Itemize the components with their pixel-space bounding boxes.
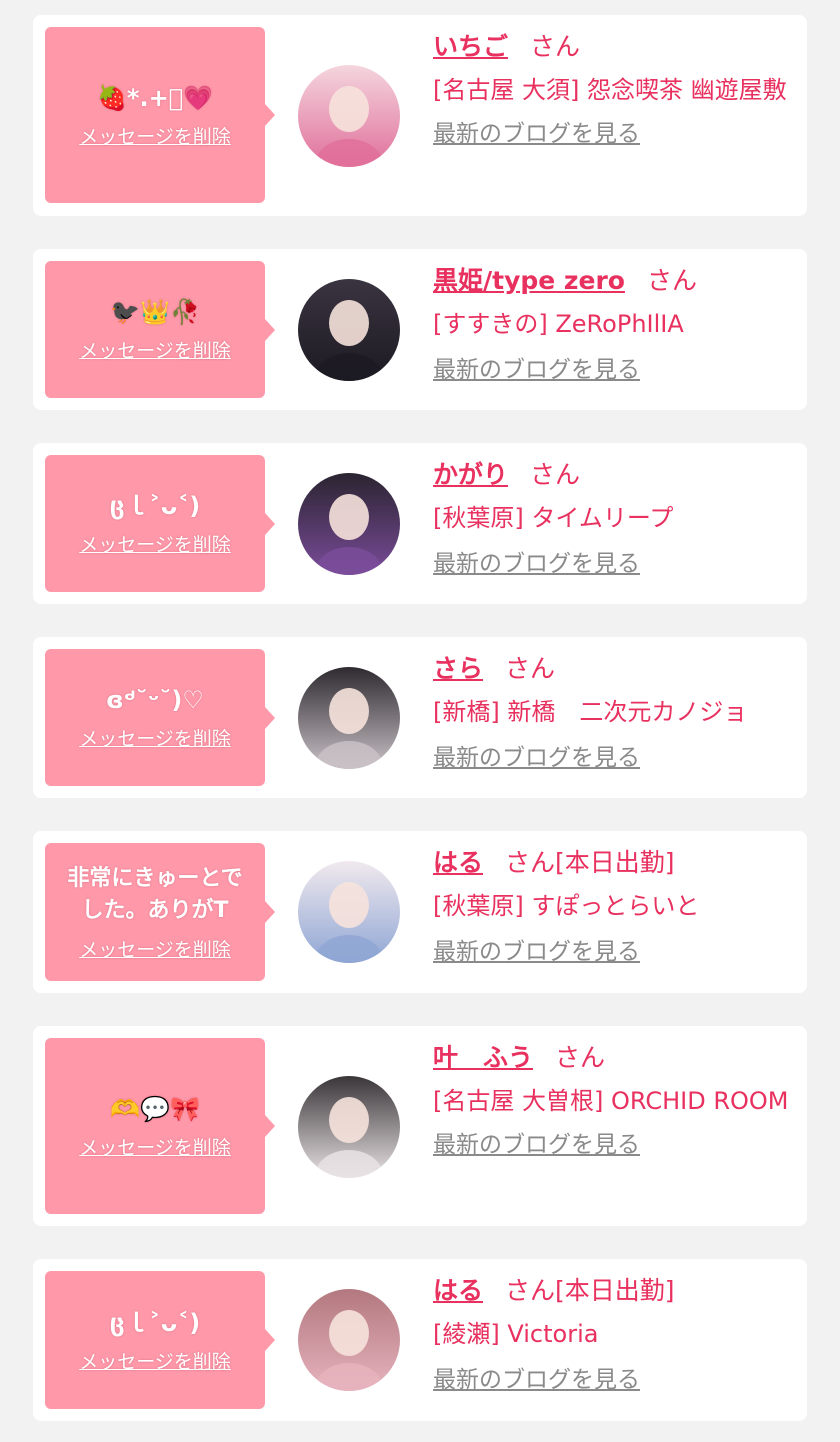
cast-name-link[interactable]: はる bbox=[433, 1276, 483, 1305]
avatar[interactable] bbox=[298, 1076, 400, 1178]
shop-location: [すすきの] ZeRoPhIlIA bbox=[433, 310, 684, 338]
message-bubble: 🍓*.+ﾟ💗 メッセージを削除 bbox=[45, 27, 275, 203]
message-card: ɞᒄ˘ᵕ˘)♡ メッセージを削除 さら さん [新橋] 新橋 二次元カノジョ 最新のブログ… bbox=[33, 637, 807, 798]
profile-info: いちご さん [名古屋 大須] 怨念喫茶 幽遊屋敷 最新のブログを見る bbox=[433, 27, 795, 149]
name-line: はる さん[本日出勤] bbox=[433, 843, 795, 883]
message-text: ɞᒄ˘ᵕ˘)♡ bbox=[106, 686, 204, 714]
latest-blog-link[interactable]: 最新のブログを見る bbox=[433, 1365, 640, 1395]
message-bubble: ცｌ˃ᴗ˂) メッセージを削除 bbox=[45, 455, 275, 592]
name-line: かがり さん bbox=[433, 455, 795, 495]
message-card: 🍓*.+ﾟ💗 メッセージを削除 いちご さん [名古屋 大須] 怨念喫茶 幽遊屋敷 最新の… bbox=[33, 15, 807, 216]
name-line: 黒姫/type zero さん bbox=[433, 261, 795, 301]
cast-name-link[interactable]: 黒姫/type zero bbox=[433, 266, 625, 295]
message-bubble: ცｌ˃ᴗ˂) メッセージを削除 bbox=[45, 1271, 275, 1409]
message-text: 🐦‍⬛👑🥀 bbox=[110, 298, 200, 326]
cast-name-link[interactable]: かがり bbox=[433, 460, 508, 489]
delete-message-link[interactable]: メッセージを削除 bbox=[79, 1133, 231, 1160]
message-bubble: 🫶💬🎀 メッセージを削除 bbox=[45, 1038, 275, 1214]
shop-location: [秋葉原] すぽっとらいと bbox=[433, 892, 700, 920]
profile-info: 黒姫/type zero さん [すすきの] ZeRoPhIlIA 最新のブログを見る bbox=[433, 261, 795, 385]
cast-name-link[interactable]: いちご bbox=[433, 32, 508, 61]
profile-info: さら さん [新橋] 新橋 二次元カノジョ 最新のブログを見る bbox=[433, 649, 795, 773]
honorific-status: さん bbox=[646, 266, 697, 295]
name-line: はる さん[本日出勤] bbox=[433, 1271, 795, 1311]
latest-blog-link[interactable]: 最新のブログを見る bbox=[433, 119, 640, 149]
message-card: 🐦‍⬛👑🥀 メッセージを削除 黒姫/type zero さん [すすきの] ZeRoPh… bbox=[33, 249, 807, 410]
honorific-status: さん[本日出勤] bbox=[505, 1276, 675, 1305]
avatar[interactable] bbox=[298, 861, 400, 963]
delete-message-link[interactable]: メッセージを削除 bbox=[79, 336, 231, 363]
message-bubble: 非常にきゅーとで した。ありがT メッセージを削除 bbox=[45, 843, 275, 981]
cast-name-link[interactable]: さら bbox=[433, 654, 483, 683]
shop-location: [新橋] 新橋 二次元カノジョ bbox=[433, 698, 748, 726]
honorific-status: さん[本日出勤] bbox=[505, 848, 675, 877]
delete-message-link[interactable]: メッセージを削除 bbox=[79, 530, 231, 557]
avatar[interactable] bbox=[298, 1289, 400, 1391]
profile-info: はる さん[本日出勤] [綾瀬] Victoria 最新のブログを見る bbox=[433, 1271, 795, 1395]
message-text: ცｌ˃ᴗ˂) bbox=[109, 1308, 201, 1337]
message-text: 🫶💬🎀 bbox=[110, 1094, 200, 1123]
honorific-status: さん bbox=[505, 654, 556, 683]
honorific-status: さん bbox=[555, 1043, 606, 1072]
avatar[interactable] bbox=[298, 667, 400, 769]
latest-blog-link[interactable]: 最新のブログを見る bbox=[433, 743, 640, 773]
latest-blog-link[interactable]: 最新のブログを見る bbox=[433, 937, 640, 967]
avatar[interactable] bbox=[298, 279, 400, 381]
message-text: 🍓*.+ﾟ💗 bbox=[97, 83, 213, 112]
honorific-status: さん bbox=[530, 32, 581, 61]
latest-blog-link[interactable]: 最新のブログを見る bbox=[433, 1130, 640, 1160]
message-card: 非常にきゅーとで した。ありがT メッセージを削除 はる さん[本日出勤] [秋葉原] … bbox=[33, 831, 807, 993]
message-text: 非常にきゅーとで した。ありがT bbox=[67, 865, 243, 923]
message-text: ცｌ˃ᴗ˂) bbox=[109, 492, 201, 520]
message-list: 🍓*.+ﾟ💗 メッセージを削除 いちご さん [名古屋 大須] 怨念喫茶 幽遊屋敷 最新の… bbox=[0, 0, 840, 1442]
message-card: ცｌ˃ᴗ˂) メッセージを削除 かがり さん [秋葉原] タイムリープ 最新のブログを見る bbox=[33, 443, 807, 604]
shop-location: [秋葉原] タイムリープ bbox=[433, 504, 674, 532]
avatar[interactable] bbox=[298, 473, 400, 575]
delete-message-link[interactable]: メッセージを削除 bbox=[79, 935, 231, 962]
shop-location: [綾瀬] Victoria bbox=[433, 1320, 599, 1348]
avatar[interactable] bbox=[298, 65, 400, 167]
name-line: 叶 ふう さん bbox=[433, 1038, 795, 1078]
message-bubble: ɞᒄ˘ᵕ˘)♡ メッセージを削除 bbox=[45, 649, 275, 786]
cast-name-link[interactable]: はる bbox=[433, 848, 483, 877]
profile-info: 叶 ふう さん [名古屋 大曽根] ORCHID ROOM 最新のブログを見る bbox=[433, 1038, 795, 1160]
latest-blog-link[interactable]: 最新のブログを見る bbox=[433, 549, 640, 579]
cast-name-link[interactable]: 叶 ふう bbox=[433, 1043, 533, 1072]
name-line: さら さん bbox=[433, 649, 795, 689]
latest-blog-link[interactable]: 最新のブログを見る bbox=[433, 355, 640, 385]
delete-message-link[interactable]: メッセージを削除 bbox=[79, 122, 231, 149]
message-card: ცｌ˃ᴗ˂) メッセージを削除 はる さん[本日出勤] [綾瀬] Victoria 最新の… bbox=[33, 1259, 807, 1421]
name-line: いちご さん bbox=[433, 27, 795, 67]
honorific-status: さん bbox=[530, 460, 581, 489]
delete-message-link[interactable]: メッセージを削除 bbox=[79, 724, 231, 751]
message-card: 🫶💬🎀 メッセージを削除 叶 ふう さん [名古屋 大曽根] ORCHID ROOM 最新… bbox=[33, 1026, 807, 1226]
message-bubble: 🐦‍⬛👑🥀 メッセージを削除 bbox=[45, 261, 275, 398]
shop-location: [名古屋 大曽根] ORCHID ROOM bbox=[433, 1087, 789, 1115]
profile-info: かがり さん [秋葉原] タイムリープ 最新のブログを見る bbox=[433, 455, 795, 579]
profile-info: はる さん[本日出勤] [秋葉原] すぽっとらいと 最新のブログを見る bbox=[433, 843, 795, 967]
delete-message-link[interactable]: メッセージを削除 bbox=[79, 1347, 231, 1374]
shop-location: [名古屋 大須] 怨念喫茶 幽遊屋敷 bbox=[433, 76, 787, 104]
